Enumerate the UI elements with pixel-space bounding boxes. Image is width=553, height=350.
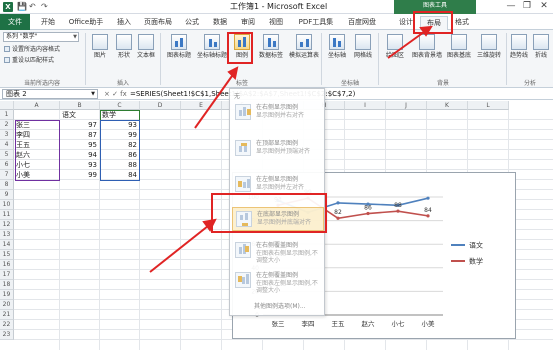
arrow-to-bottom-option [149,225,209,273]
arrow-to-layout-tab [387,31,425,59]
arrow-to-legend-button [194,75,233,129]
arrow-head [227,66,239,81]
annotation-arrows [149,25,433,273]
